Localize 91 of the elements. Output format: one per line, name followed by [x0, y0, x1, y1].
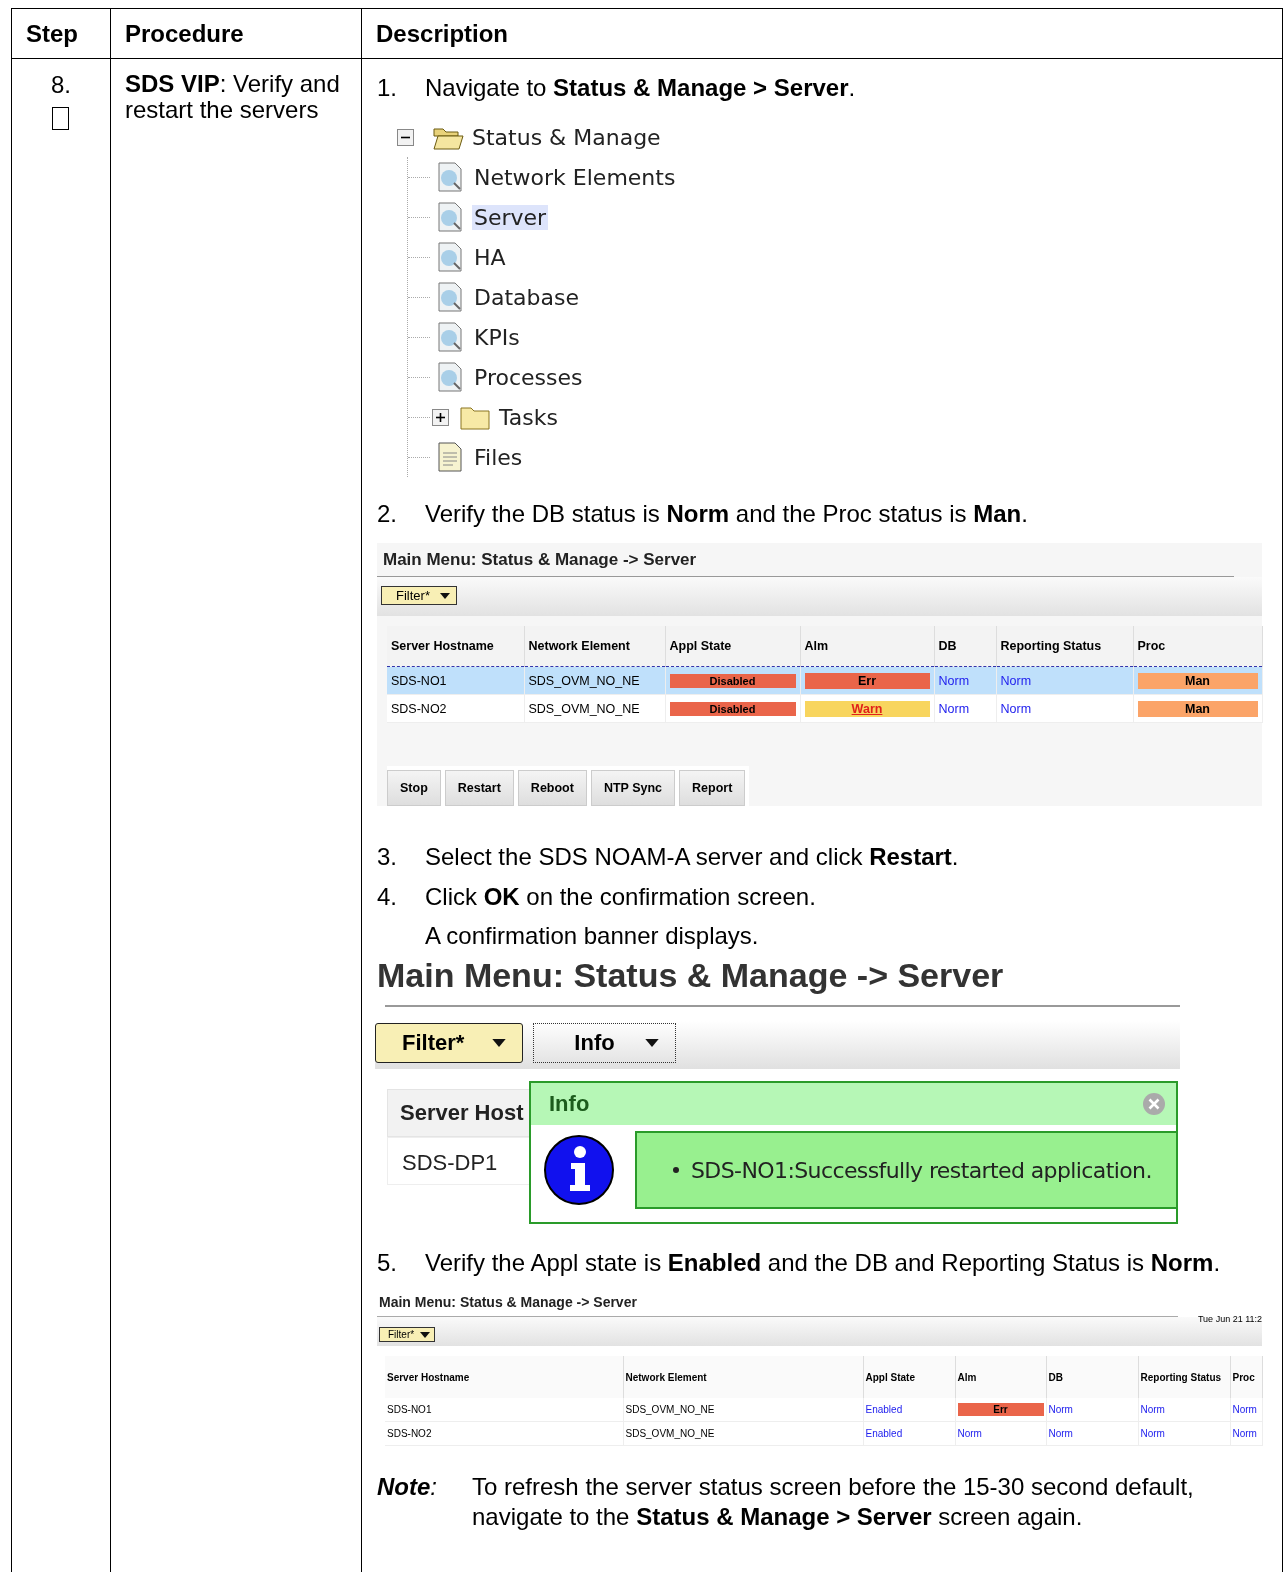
filter-button[interactable]: Filter* — [379, 1327, 436, 1342]
caret-icon — [420, 1331, 431, 1338]
column-header: Network Element — [623, 1356, 863, 1398]
caret-icon — [439, 592, 450, 599]
status-link[interactable]: Norm — [1140, 1428, 1165, 1439]
filter-button[interactable]: Filter* — [375, 1023, 524, 1063]
tree-item[interactable]: Processes — [472, 364, 585, 390]
column-header: Reporting Status — [1138, 1356, 1230, 1398]
bullet-icon — [673, 1167, 679, 1173]
column-header: Server Host — [387, 1089, 532, 1137]
status-badge: Man — [1137, 672, 1258, 689]
status-badge: Err — [957, 1403, 1044, 1416]
status-badge: Disabled — [669, 673, 796, 688]
column-header: Alm — [800, 626, 934, 667]
column-header: Network Element — [524, 626, 665, 667]
instruction-text: Navigate to Status & Manage > Server. — [425, 73, 856, 103]
instruction-text: Verify the DB status is Norm and the Proc status is Man. — [425, 499, 1028, 529]
status-link[interactable]: Norm — [957, 1428, 982, 1439]
status-link[interactable]: Norm — [1232, 1428, 1257, 1439]
column-header: Description — [361, 8, 1283, 59]
step-number: 2. — [377, 499, 398, 529]
status-badge: Err — [804, 672, 930, 689]
step-number: 5. — [377, 1248, 398, 1278]
table-cell: SDS-NO1 — [387, 666, 524, 695]
column-header: DB — [1046, 1356, 1138, 1398]
note-text: To refresh the server status screen before the 15-30 second default, navigate to the Status & Manage > Server screen again. — [472, 1472, 1195, 1532]
instruction-text: Click OK on the confirmation screen. — [425, 882, 816, 912]
tree-item[interactable]: Status & Manage — [470, 124, 663, 150]
column-header: Server Hostname — [387, 626, 524, 667]
step-number: 4. — [377, 882, 398, 912]
caret-icon — [644, 1039, 659, 1047]
action-button[interactable]: Restart — [444, 770, 514, 806]
tree-item[interactable]: Database — [472, 284, 581, 310]
table-cell: SDS_OVM_NO_NE — [524, 694, 665, 723]
column-header: Proc — [1133, 626, 1262, 667]
status-link[interactable]: Norm — [1000, 701, 1032, 716]
note-label: Note: — [377, 1472, 438, 1502]
column-header: Reporting Status — [996, 626, 1133, 667]
tree-item[interactable]: Files — [472, 444, 525, 470]
tree-item[interactable]: KPIs — [472, 324, 522, 350]
instruction-text: A confirmation banner displays. — [425, 922, 760, 950]
status-link[interactable]: Norm — [1000, 673, 1032, 688]
tree-item[interactable]: Network Elements — [472, 164, 678, 190]
status-link[interactable]: Enabled — [865, 1404, 903, 1415]
instruction-text: Select the SDS NOAM-A server and click Restart. — [425, 842, 959, 872]
status-link[interactable]: Enabled — [865, 1428, 903, 1439]
action-button[interactable]: Reboot — [517, 770, 587, 806]
status-link[interactable]: Norm — [1048, 1428, 1073, 1439]
step-number: 1. — [377, 73, 398, 103]
tree-item[interactable]: HA — [472, 244, 508, 270]
table-cell: SDS-NO2 — [387, 694, 524, 723]
status-link[interactable]: Norm — [938, 701, 970, 716]
status-link[interactable]: Norm — [1232, 1404, 1257, 1415]
table-cell: SDS_OVM_NO_NE — [623, 1421, 863, 1446]
checkbox[interactable] — [52, 107, 69, 130]
action-button[interactable]: NTP Sync — [590, 770, 676, 806]
page-title: Main Menu: Status & Manage -> Server — [376, 955, 1005, 996]
status-badge: Man — [1137, 700, 1258, 717]
column-header: DB — [934, 626, 996, 667]
instruction-text: Verify the Appl state is Enabled and the DB and Reporting Status is Norm. — [425, 1248, 1221, 1278]
tree-item[interactable]: Server — [472, 204, 549, 230]
timestamp: Tue Jun 21 11:2 — [1197, 1314, 1262, 1324]
column-header: Appl State — [665, 626, 800, 667]
info-icon — [543, 1134, 615, 1206]
status-badge: Disabled — [669, 701, 796, 716]
caret-icon — [492, 1039, 507, 1047]
step-number: 3. — [377, 842, 398, 872]
filter-button[interactable]: Filter* — [381, 586, 457, 605]
collapse-icon[interactable] — [397, 128, 414, 146]
column-header: Step — [11, 8, 111, 59]
status-badge: Warn — [804, 700, 930, 717]
table-cell: SDS-NO2 — [385, 1421, 623, 1446]
table-cell: SDS-NO1 — [385, 1398, 623, 1422]
column-header: Procedure — [110, 8, 362, 59]
column-header: Appl State — [863, 1356, 955, 1398]
banner-message: SDS-NO1:Successfully restarted application. — [691, 1157, 1152, 1183]
info-dropdown[interactable]: Info — [533, 1023, 676, 1063]
tree-item[interactable]: Tasks — [497, 404, 560, 430]
action-button[interactable]: Stop — [387, 770, 441, 806]
column-header: Proc — [1230, 1356, 1262, 1398]
status-link[interactable]: Norm — [1048, 1404, 1073, 1415]
action-button[interactable]: Report — [679, 770, 746, 806]
column-header: Server Hostname — [385, 1356, 623, 1398]
step-number: 8. — [51, 71, 71, 99]
table-cell: SDS_OVM_NO_NE — [524, 666, 665, 695]
procedure-text: SDS VIP: Verify and restart the servers — [125, 70, 340, 124]
column-header: Alm — [955, 1356, 1046, 1398]
expand-icon[interactable] — [432, 408, 449, 426]
status-link[interactable]: Norm — [1140, 1404, 1165, 1415]
table-cell: SDS_OVM_NO_NE — [623, 1398, 863, 1422]
banner-title: Info — [549, 1091, 590, 1117]
